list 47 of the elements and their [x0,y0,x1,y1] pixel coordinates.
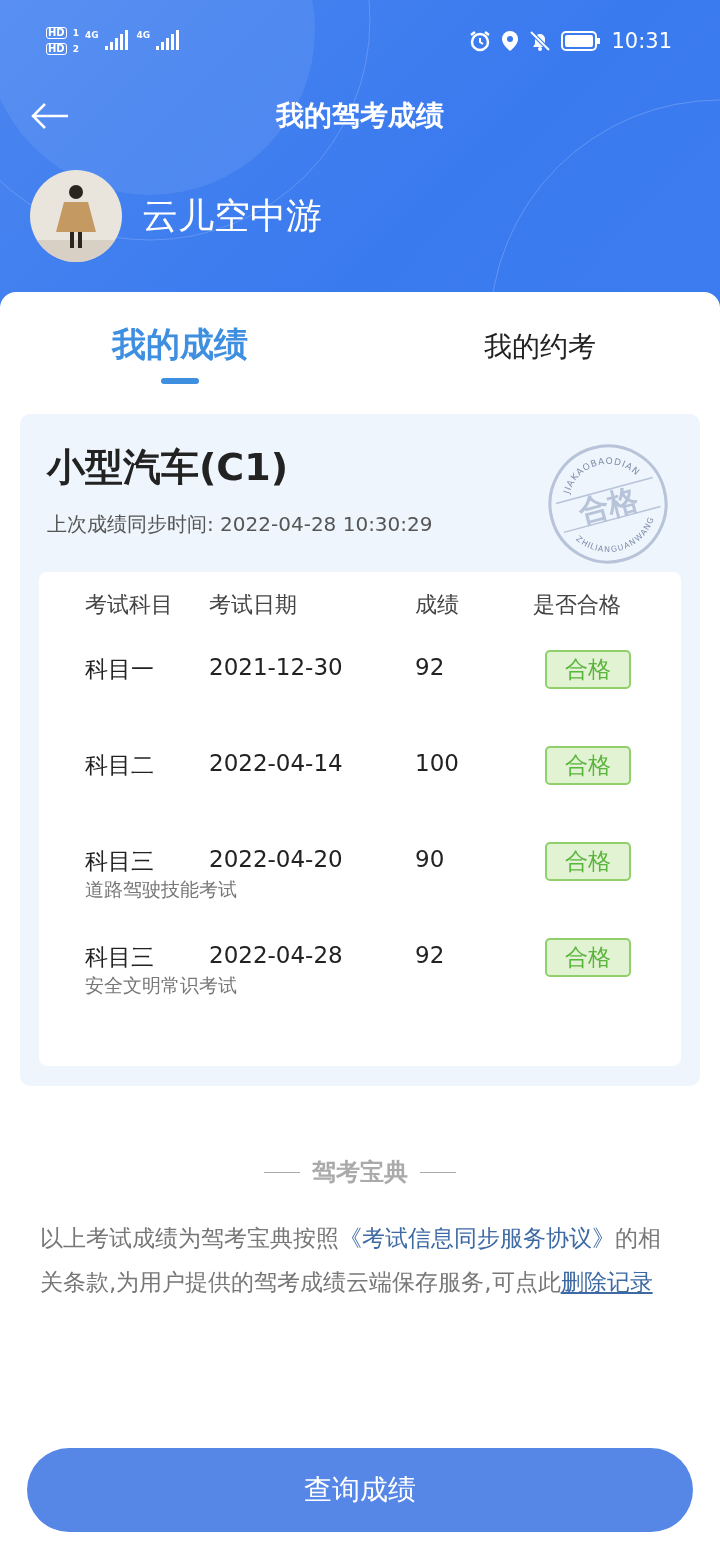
tab-indicator [161,378,199,384]
clock-time: 10:31 [611,29,672,53]
result-badge: 合格 [545,650,631,689]
sync-time: 上次成绩同步时间: 2022-04-28 10:30:29 [46,511,433,538]
result-badge: 合格 [545,938,631,977]
location-icon [501,30,520,52]
page-title: 我的驾考成绩 [276,98,444,134]
network-label: 4G [136,30,151,40]
column-header: 是否合格 [533,591,622,619]
subject-note: 安全文明常识考试 [85,973,237,998]
brand-name: 驾考宝典 [312,1157,408,1188]
hd-label: HD [46,27,67,39]
score-cell-text: 92 [415,942,446,968]
column-header: 考试日期 [209,591,298,619]
battery-icon [561,30,602,52]
query-button[interactable]: 查询成绩 [27,1448,693,1532]
date-cell-text: 2021-12-30 [209,654,344,680]
agreement-link[interactable]: 《考试信息同步服务协议》 [339,1225,615,1251]
delete-record-link[interactable]: 删除记录 [560,1269,653,1295]
subject-note: 道路驾驶技能考试 [85,877,237,902]
tab[interactable]: 我的成绩 [0,292,360,402]
result-badge: 合格 [545,842,631,881]
hd-label: HD [46,43,67,55]
score-cell-text: 90 [415,846,446,872]
sim-number: 1 [72,28,79,38]
disclaimer-text: 以上考试成绩为驾考宝典按照《考试信息同步服务协议》的相关条款,为用户提供的驾考成绩云端保存服务,可点此删除记录 [40,1224,662,1297]
subject-cell-text: 科目二 [85,751,154,780]
column-header: 成绩 [415,591,460,619]
network-label: 4G [84,30,99,40]
date-cell-text: 2022-04-28 [209,942,344,968]
sim-number: 2 [72,44,79,54]
tab[interactable]: 我的约考 [360,292,720,402]
column-header: 考试科目 [85,591,174,619]
score-cell-text: 100 [415,750,460,776]
subject-cell-text: 科目一 [85,655,154,684]
signal-icon [104,30,131,52]
license-title: 小型汽车(C1) [45,444,289,491]
muted-bell-icon [529,30,552,52]
tab-label: 我的成绩 [112,323,248,366]
alarm-icon [469,30,492,52]
result-badge: 合格 [545,746,631,785]
date-cell-text: 2022-04-20 [209,846,344,872]
tab-label: 我的约考 [484,329,596,365]
back-arrow-icon[interactable] [30,102,70,130]
user-name: 云儿空中游 [142,193,322,238]
date-cell-text: 2022-04-14 [209,750,344,776]
score-cell-text: 92 [415,654,446,680]
